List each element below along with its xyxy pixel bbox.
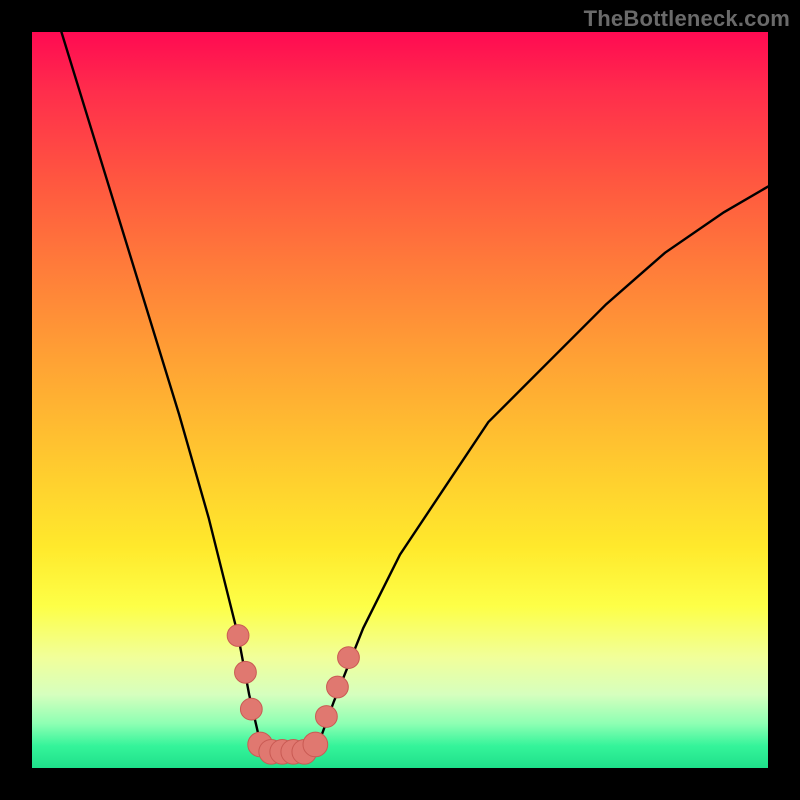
marker-dot (227, 625, 249, 647)
marker-dot (327, 676, 349, 698)
plot-area (32, 32, 768, 768)
marker-dot (338, 647, 360, 669)
marker-dot (240, 698, 262, 720)
marker-dot (235, 661, 257, 683)
watermark-text: TheBottleneck.com (584, 6, 790, 32)
curve-layer (32, 32, 768, 768)
marker-group (227, 625, 359, 765)
marker-dot (316, 706, 338, 728)
chart-frame: TheBottleneck.com (0, 0, 800, 800)
bottleneck-curve (61, 32, 768, 752)
marker-dot (303, 732, 328, 757)
